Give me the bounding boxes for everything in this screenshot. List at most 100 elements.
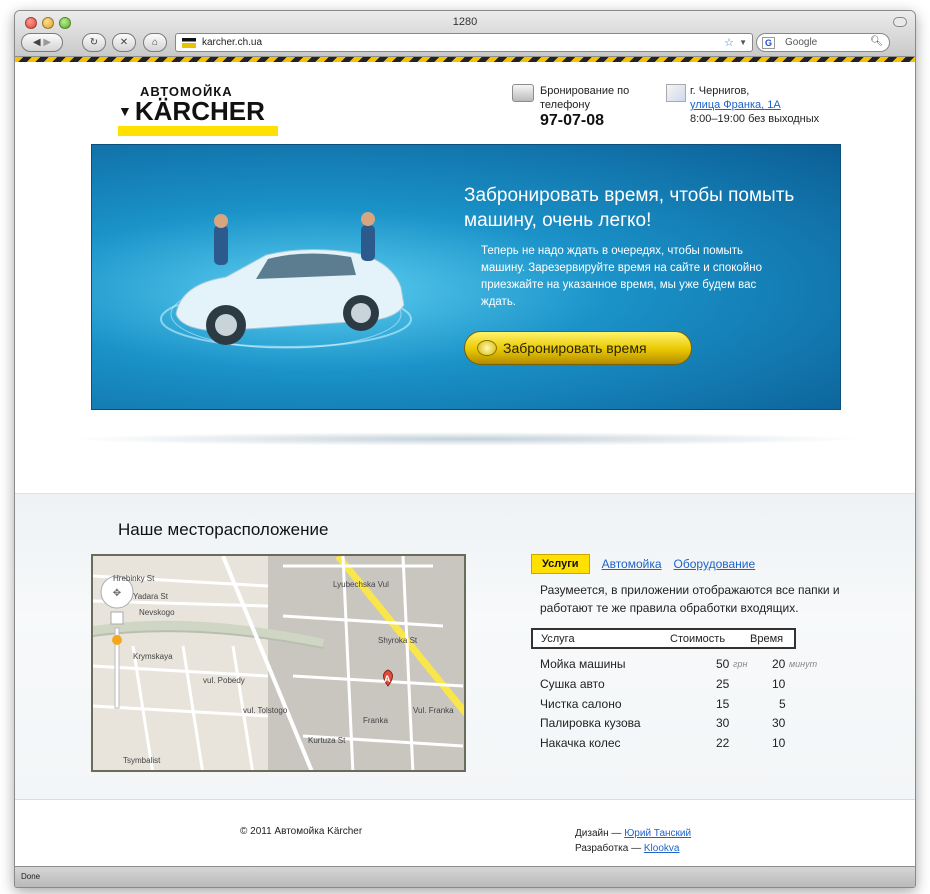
address-text[interactable]: karcher.ch.ua — [202, 37, 262, 48]
car-illustration — [160, 212, 412, 349]
site-favicon-icon — [182, 38, 196, 48]
phone-label: Бронирование по телефону — [540, 85, 630, 111]
titlebar: 1280 ◀ ▶ ↻ ✕ ⌂ karcher.ch.ua ☆ ▼ G Googl… — [15, 11, 915, 57]
service-name: Чистка салоно — [540, 697, 622, 711]
location-map[interactable]: ✥ Hrebinky St Yadara St Nevskogo Krymska… — [91, 554, 466, 772]
dev-label: Разработка — — [575, 843, 642, 854]
logo-main: ▼ KÄRCHER — [118, 96, 278, 126]
search-box[interactable]: G Google 🔍︎ — [756, 33, 890, 52]
logo-mark-icon: ▼ — [118, 103, 132, 119]
back-icon[interactable]: ◀ — [33, 37, 41, 48]
back-forward-button[interactable]: ◀ ▶ — [21, 33, 63, 52]
bookmark-star-icon[interactable]: ☆ — [724, 36, 734, 49]
map-street-label: vul. Pobedy — [203, 676, 245, 685]
window-title: 1280 — [452, 16, 478, 28]
service-name: Мойка машины — [540, 657, 626, 671]
service-name: Сушка авто — [540, 677, 605, 691]
map-street-label: Vul. Franka — [413, 706, 454, 715]
services-table-header: Услуга Стоимость Время — [531, 628, 796, 649]
logo-main-text: KÄRCHER — [134, 96, 265, 126]
time-unit: минут — [789, 659, 818, 669]
stop-icon: ✕ — [119, 37, 129, 48]
map-street-label: Nevskogo — [139, 608, 175, 617]
table-row: Чистка салоно 15 5 — [540, 697, 800, 715]
map-street-label: Tsymbalist — [123, 756, 161, 765]
map-street-label: Lyubechska Vul — [333, 580, 389, 589]
forward-icon[interactable]: ▶ — [43, 37, 51, 48]
service-time: 5 — [779, 697, 786, 711]
hero-shadow — [65, 432, 865, 446]
google-icon[interactable]: G — [762, 37, 775, 49]
map-pin-icon[interactable]: A — [384, 674, 391, 684]
location-section: Наше месторасположение ✥ Hrebinky St Yad… — [15, 493, 915, 799]
search-input[interactable]: Google — [785, 37, 817, 48]
location-title: Наше месторасположение — [118, 520, 329, 539]
reload-button[interactable]: ↻ — [82, 33, 106, 52]
service-time: 30 — [772, 716, 786, 730]
logo[interactable]: АВТОМОЙКА ▼ KÄRCHER — [118, 84, 278, 136]
map-street-label: Yadara St — [133, 592, 168, 601]
toolbar-toggle-icon[interactable] — [893, 17, 907, 27]
services-tabs: Услуги Автомойка Оборудование — [531, 554, 755, 574]
service-time: 10 — [772, 736, 786, 750]
address-block: г. Чернигов, улица Франка, 1А 8:00–19:00… — [690, 84, 819, 126]
browser-window: 1280 ◀ ▶ ↻ ✕ ⌂ karcher.ch.ua ☆ ▼ G Googl… — [14, 10, 916, 888]
opening-hours: 8:00–19:00 без выходных — [690, 113, 820, 125]
copyright: © 2011 Автомойка Kärcher — [240, 826, 363, 837]
status-bar: Done — [15, 866, 915, 887]
map-street-label: Kurtuza St — [308, 736, 346, 745]
hero-title: Забронировать время, чтобы помыть машину… — [464, 185, 795, 231]
map-street-label: Franka — [363, 716, 388, 725]
map-icon — [666, 84, 686, 102]
map-graphic: ✥ — [93, 556, 464, 770]
book-time-button[interactable]: Забронировать время — [464, 331, 692, 365]
developer-link[interactable]: Klookva — [644, 843, 680, 854]
tab-carwash[interactable]: Автомойка — [602, 557, 662, 571]
map-street-label: Shyroka St — [378, 636, 418, 645]
service-price: 50 — [716, 657, 730, 671]
service-price: 25 — [716, 677, 730, 691]
logo-yellow-bar — [118, 126, 278, 136]
toolbar: ◀ ▶ ↻ ✕ ⌂ karcher.ch.ua ☆ ▼ G Google 🔍︎ — [15, 33, 915, 55]
credits: Дизайн — Юрий Танский Разработка — Klook… — [575, 826, 691, 856]
service-name: Палировка кузова — [540, 716, 641, 730]
dev-credit: Разработка — Klookva — [575, 841, 691, 856]
hero-banner: Забронировать время, чтобы помыть машину… — [91, 144, 841, 410]
home-icon: ⌂ — [151, 37, 159, 48]
search-icon[interactable]: 🔍︎ — [870, 36, 883, 47]
address-bar[interactable]: karcher.ch.ua ☆ ▼ — [175, 33, 753, 52]
column-header-service: Услуга — [541, 633, 575, 645]
service-time: 10 — [772, 677, 786, 691]
table-row: Сушка авто 25 10 — [540, 677, 800, 695]
design-credit: Дизайн — Юрий Танский — [575, 826, 691, 841]
service-price: 15 — [716, 697, 730, 711]
service-name: Накачка колес — [540, 736, 621, 750]
map-street-label: Krymskaya — [133, 652, 173, 661]
table-row: Палировка кузова 30 30 — [540, 716, 800, 734]
price-unit: грн — [733, 659, 748, 669]
home-button[interactable]: ⌂ — [143, 33, 167, 52]
history-dropdown-icon[interactable]: ▼ — [739, 38, 747, 47]
table-row: Мойка машины 50 грн 20 минут — [540, 657, 817, 675]
reload-icon: ↻ — [89, 37, 99, 48]
bubbles-icon — [477, 340, 497, 356]
designer-link[interactable]: Юрий Танский — [624, 828, 691, 839]
svg-text:✥: ✥ — [113, 588, 121, 599]
design-label: Дизайн — — [575, 828, 622, 839]
column-header-price: Стоимость — [670, 633, 726, 645]
phone-number: 97-07-08 — [540, 112, 605, 129]
web-page: АВТОМОЙКА ▼ KÄRCHER Бронирование по теле… — [15, 62, 915, 866]
tab-services[interactable]: Услуги — [531, 554, 590, 574]
map-street-label: Hrebinky St — [113, 574, 155, 583]
service-price: 30 — [716, 716, 730, 730]
phone-icon — [512, 84, 534, 102]
street-link[interactable]: улица Франка, 1А — [690, 98, 819, 112]
hero-text: Теперь не надо ждать в очередях, чтобы п… — [481, 245, 762, 308]
tab-equipment[interactable]: Оборудование — [674, 557, 756, 571]
service-price: 22 — [716, 736, 730, 750]
services-description: Разумеется, в приложении отображаются вс… — [540, 583, 840, 615]
table-row: Накачка колес 22 10 — [540, 736, 800, 754]
stop-button[interactable]: ✕ — [112, 33, 136, 52]
service-time: 20 — [772, 657, 786, 671]
footer: © 2011 Автомойка Kärcher Дизайн — Юрий Т… — [15, 799, 915, 866]
